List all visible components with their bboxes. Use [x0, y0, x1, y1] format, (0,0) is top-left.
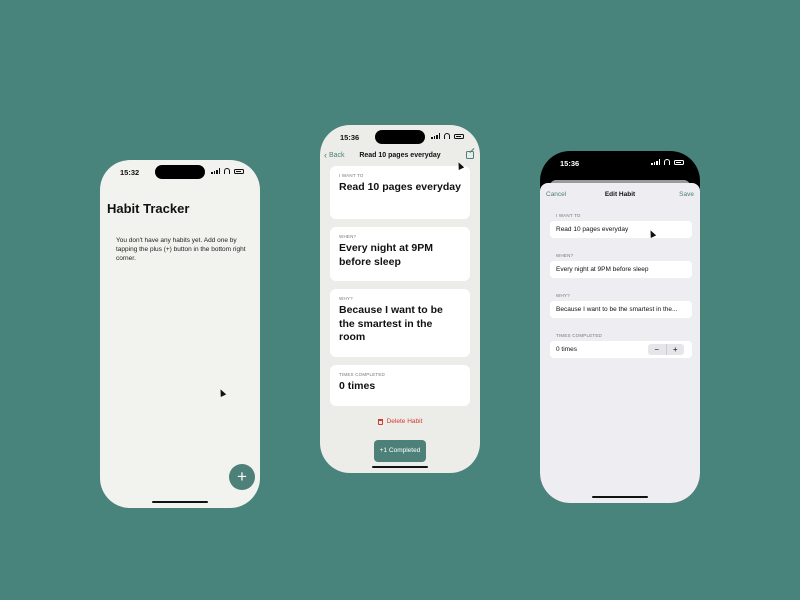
- status-icons: [651, 159, 684, 165]
- card-when: WHEN? Every night at 9PM before sleep: [330, 227, 470, 281]
- nav-title: Read 10 pages everyday: [359, 152, 441, 159]
- signal-icon: [431, 133, 440, 139]
- card-label: WHY?: [339, 296, 353, 301]
- card-label: WHEN?: [339, 234, 357, 239]
- dynamic-island: [375, 130, 425, 144]
- card-why: WHY? Because I want to be the smartest i…: [330, 289, 470, 357]
- i-want-to-field[interactable]: Read 10 pages everyday: [550, 221, 692, 238]
- field-label: WHY?: [556, 293, 570, 298]
- signal-icon: [651, 159, 660, 165]
- delete-habit-button[interactable]: Delete Habit: [320, 418, 480, 425]
- increment-button[interactable]: +: [667, 344, 685, 355]
- add-habit-button[interactable]: +: [229, 464, 255, 490]
- dynamic-island: [155, 165, 205, 179]
- card-i-want-to: I WANT TO Read 10 pages everyday: [330, 166, 470, 219]
- complete-button[interactable]: +1 Completed: [374, 440, 426, 462]
- delete-label: Delete Habit: [386, 418, 423, 425]
- decrement-button[interactable]: −: [648, 344, 667, 355]
- card-value: 0 times: [339, 380, 376, 392]
- why-field[interactable]: Because I want to be the smartest in the…: [550, 301, 692, 318]
- card-label: TIMES COMPLETED: [339, 372, 386, 377]
- status-icons: [431, 133, 464, 139]
- battery-icon: [674, 159, 684, 165]
- phone-edit-habit: 15:36 Cancel Edit Habit Save I WANT TO R…: [540, 151, 700, 503]
- signal-icon: [211, 168, 220, 174]
- battery-icon: [454, 133, 464, 139]
- phone-habit-detail: 15:36 ‹ Back Read 10 pages everyday I WA…: [320, 125, 480, 473]
- home-indicator: [372, 465, 428, 468]
- when-field[interactable]: Every night at 9PM before sleep: [550, 261, 692, 278]
- wifi-icon: [443, 133, 451, 139]
- card-value: Every night at 9PM before sleep: [339, 242, 433, 268]
- status-bar: 15:32: [100, 160, 260, 184]
- status-time: 15:32: [120, 168, 140, 177]
- field-label: I WANT TO: [556, 213, 581, 218]
- times-stepper: − +: [648, 344, 684, 355]
- card-value: Because I want to be the smartest in the…: [339, 304, 443, 344]
- card-times-completed: TIMES COMPLETED 0 times: [330, 365, 470, 406]
- sheet-title: Edit Habit: [604, 191, 636, 198]
- save-button[interactable]: Save: [679, 191, 694, 198]
- status-bar: 15:36: [320, 125, 480, 149]
- home-indicator: [152, 500, 208, 503]
- wifi-icon: [663, 159, 671, 165]
- times-completed-row: 0 times − +: [550, 341, 692, 358]
- page-title: Habit Tracker: [107, 201, 190, 216]
- status-time: 15:36: [340, 133, 360, 142]
- sheet-nav-bar: Cancel Edit Habit Save: [540, 191, 700, 203]
- card-label: I WANT TO: [339, 173, 364, 178]
- edit-icon[interactable]: [466, 151, 474, 159]
- status-icons: [211, 168, 244, 174]
- status-time: 15:36: [560, 159, 580, 168]
- dynamic-island: [595, 156, 645, 170]
- status-bar: 15:36: [540, 151, 700, 175]
- home-indicator: [592, 495, 648, 498]
- phone-habit-list: 15:32 Habit Tracker You don't have any h…: [100, 160, 260, 508]
- times-completed-value: 0 times: [556, 346, 577, 353]
- card-value: Read 10 pages everyday: [339, 181, 461, 193]
- edit-sheet: Cancel Edit Habit Save I WANT TO Read 10…: [540, 183, 700, 503]
- battery-icon: [234, 168, 244, 174]
- field-label: TIMES COMPLETED: [556, 333, 603, 338]
- empty-state-message: You don't have any habits yet. Add one b…: [116, 237, 246, 262]
- mouse-cursor-icon: [217, 388, 227, 397]
- field-label: WHEN?: [556, 253, 574, 258]
- wifi-icon: [223, 168, 231, 174]
- trash-icon: [377, 418, 383, 425]
